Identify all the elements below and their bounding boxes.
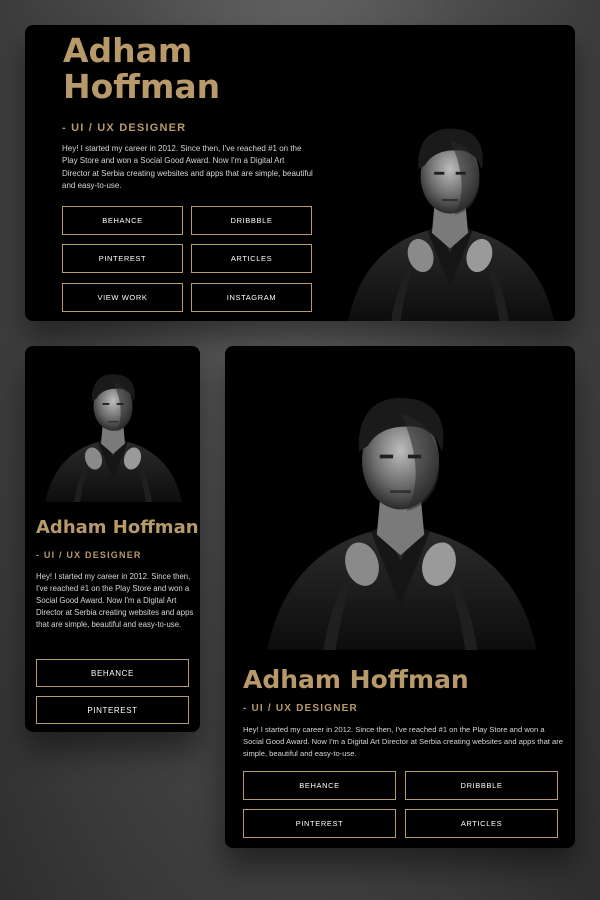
profile-card-large: Adham Hoffman - UI / UX DESIGNER Hey! I …: [225, 346, 575, 848]
profile-card-wide: Adham Hoffman - UI / UX DESIGNER Hey! I …: [25, 25, 575, 321]
instagram-button[interactable]: INSTAGRAM: [191, 283, 312, 312]
profile-card-small: Adham Hoffman - UI / UX DESIGNER Hey! I …: [25, 346, 200, 732]
portrait-image: [325, 95, 575, 321]
pinterest-button[interactable]: PINTEREST: [62, 244, 183, 273]
behance-button[interactable]: BEHANCE: [36, 659, 189, 687]
pinterest-button[interactable]: PINTEREST: [243, 809, 396, 838]
profile-bio: Hey! I started my career in 2012. Since …: [62, 144, 313, 191]
behance-button[interactable]: BEHANCE: [62, 206, 183, 235]
portrait-image: [38, 352, 188, 502]
portrait-image: [248, 354, 553, 650]
dribbble-button[interactable]: DRIBBBLE: [191, 206, 312, 235]
profile-name: Adham Hoffman: [243, 665, 469, 694]
profile-role: - UI / UX DESIGNER: [36, 550, 142, 560]
articles-button[interactable]: ARTICLES: [191, 244, 312, 273]
name-first: Adham: [63, 31, 193, 70]
articles-button[interactable]: ARTICLES: [405, 809, 558, 838]
name-last: Hoffman: [63, 67, 221, 107]
profile-role: - UI / UX DESIGNER: [243, 703, 358, 714]
profile-role: - UI / UX DESIGNER: [62, 122, 187, 134]
profile-name: Adham Hoffman: [36, 517, 199, 538]
dribbble-button[interactable]: DRIBBBLE: [405, 771, 558, 800]
view-work-button[interactable]: VIEW WORK: [62, 283, 183, 312]
profile-bio: Hey! I started my career in 2012. Since …: [243, 725, 563, 758]
profile-name: Adham Hoffman: [63, 31, 283, 107]
pinterest-button[interactable]: PINTEREST: [36, 696, 189, 724]
profile-bio: Hey! I started my career in 2012. Since …: [36, 572, 194, 630]
behance-button[interactable]: BEHANCE: [243, 771, 396, 800]
